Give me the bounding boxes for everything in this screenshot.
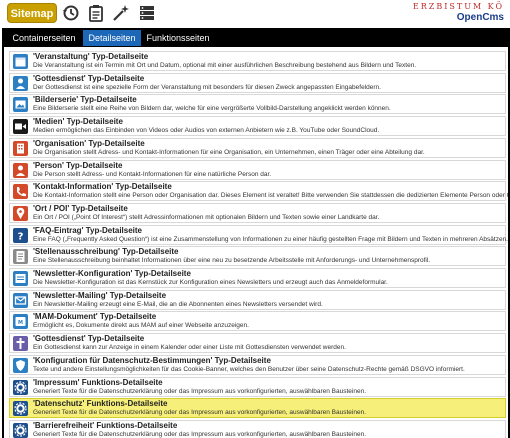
list-item[interactable]: 'Ort / POI' Typ-Detailseite Ein Ort / POI… xyxy=(9,202,506,223)
list-item[interactable]: 'Barrierefreiheit' Funktions-Detailseite… xyxy=(9,419,506,438)
list-item[interactable]: 'Newsletter-Konfiguration' Typ-Detailsei… xyxy=(9,268,506,288)
toolbar: Sitemap ERZBISTUM KÖ OpenCms xyxy=(0,0,510,28)
list-item-description: Eine FAQ („Frequently Asked Question“) i… xyxy=(33,235,508,243)
list-item-description: Generiert Texte für die Datenschutzerklä… xyxy=(33,409,367,417)
server-icon[interactable] xyxy=(138,4,156,22)
building-icon-glyph xyxy=(17,143,24,154)
shield-icon xyxy=(13,357,28,373)
question-icon: ? xyxy=(13,227,28,243)
brand-logo: ERZBISTUM KÖ OpenCms xyxy=(408,0,504,26)
newsletter-config-icon xyxy=(13,271,28,286)
document-icon xyxy=(13,249,28,265)
building-icon xyxy=(13,140,28,156)
list-item[interactable]: 'Newsletter-Mailing' Typ-Detailseite Ein … xyxy=(9,289,506,310)
brand-top-text: ERZBISTUM KÖ xyxy=(412,2,504,11)
tab-containerseiten[interactable]: Containerseiten xyxy=(6,30,82,46)
list-item[interactable]: 'Veranstaltung' Typ-Detailseite Die Veran… xyxy=(9,51,506,71)
document-icon-glyph xyxy=(16,251,25,263)
list-item[interactable]: 'Medien' Typ-Detailseite Medien ermöglich… xyxy=(9,116,506,137)
images-icon-glyph xyxy=(15,100,26,109)
list-item[interactable]: 'Konfiguration für Datenschutz-Bestimmun… xyxy=(9,354,506,375)
list-item-description: Die Veranstaltung ist ein Termin mit Ort… xyxy=(33,62,417,69)
brand-bottom-text: OpenCms xyxy=(456,12,504,23)
list-item-description: Der Gottesdienst ist eine spezielle Form… xyxy=(33,83,381,91)
mam-icon: M xyxy=(13,314,28,330)
list-item-description: Die Newsletter-Konfiguration ist das Ker… xyxy=(33,279,388,286)
history-icon[interactable] xyxy=(62,4,80,22)
list-item-description: Eine Bilderserie stellt eine Reihe von B… xyxy=(33,105,391,113)
phone-icon xyxy=(13,184,28,200)
images-icon xyxy=(13,97,28,113)
mail-icon xyxy=(13,292,28,308)
detail-page-list: 'Veranstaltung' Typ-Detailseite Die Veran… xyxy=(4,47,508,438)
list-item[interactable]: 'Bilderserie' Typ-Detailseite Eine Bilder… xyxy=(9,94,506,115)
list-item-description: Generiert Texte für die Datenschutzerklä… xyxy=(33,387,367,395)
list-item-description: Die Person stellt Adress- und Kontakt-In… xyxy=(33,170,272,178)
magic-wand-icon[interactable] xyxy=(112,4,130,22)
gear-icon xyxy=(13,379,28,395)
newsletter-config-icon-glyph xyxy=(15,274,26,283)
list-item-description: Texte und andere Einstellungsmöglichkeit… xyxy=(33,365,465,373)
list-item-description: Ein Newsletter-Mailing erzeugt eine E-Ma… xyxy=(33,300,323,308)
gear-icon xyxy=(13,422,28,438)
list-item-description: Eine Stellenausschreibung beinhaltet Inf… xyxy=(33,257,431,265)
person-icon xyxy=(13,162,28,178)
list-item-description: Ein Gottesdienst kann zur Anzeige in ein… xyxy=(33,344,346,352)
calendar-icon-glyph xyxy=(15,57,26,67)
tab-funktionsseiten[interactable]: Funktionsseiten xyxy=(142,30,214,46)
tab-detailseiten[interactable]: Detailseiten xyxy=(83,30,141,46)
gear-icon-glyph xyxy=(14,380,27,394)
cross-icon-glyph xyxy=(16,338,25,350)
svg-text:M: M xyxy=(18,320,23,326)
list-item-description: Generiert Texte für die Datenschutzerklä… xyxy=(33,430,367,438)
sitemap-button[interactable]: Sitemap xyxy=(7,3,57,23)
person-icon-glyph xyxy=(16,165,25,176)
list-item[interactable]: 'Gottesdienst' Typ-Detailseite Der Gottes… xyxy=(9,72,506,93)
mam-icon-glyph: M xyxy=(15,317,26,327)
phone-icon-glyph xyxy=(17,187,26,197)
calendar-icon xyxy=(13,54,28,69)
list-item[interactable]: 'Stellenausschreibung' Typ-Detailseite Ei… xyxy=(9,246,506,267)
gear-icon-glyph xyxy=(14,402,27,415)
list-item-description: Ein Ort / POI („Point Of Interest“) stel… xyxy=(33,213,380,221)
list-item[interactable]: M 'MAM-Dokument' Typ-Detailseite Ermöglich… xyxy=(9,311,506,332)
cross-icon xyxy=(13,336,28,352)
question-icon-glyph: ? xyxy=(18,231,24,242)
person-icon xyxy=(13,75,28,91)
gear-icon-glyph xyxy=(14,424,27,437)
list-item-description: Die Organisation stellt Adress- und Kont… xyxy=(33,148,425,156)
list-item[interactable]: 'Datenschutz' Funktions-Detailseite Gener… xyxy=(9,398,506,419)
list-item[interactable]: 'Impressum' Funktions-Detailseite Generie… xyxy=(9,376,506,397)
gear-icon xyxy=(13,401,28,417)
mail-icon-glyph xyxy=(14,296,27,305)
map-pin-icon-glyph xyxy=(16,207,25,219)
list-item[interactable]: 'Organisation' Typ-Detailseite Die Organi… xyxy=(9,137,506,158)
map-pin-icon xyxy=(13,205,28,221)
video-icon-glyph xyxy=(15,123,26,130)
list-item-description: Ermöglicht es, Dokumente direkt aus MAM … xyxy=(33,322,249,330)
list-item-description: Die Kontakt-Information stellt eine Pers… xyxy=(33,192,508,200)
list-item[interactable]: 'Gottesdienst' Typ-Detailseite Ein Gottes… xyxy=(9,333,506,354)
shield-icon-glyph xyxy=(16,359,25,371)
list-item[interactable]: 'Person' Typ-Detailseite Die Person stell… xyxy=(9,159,506,180)
list-item-description: Medien ermöglichen das Einbinden von Vid… xyxy=(33,127,380,135)
clipboard-icon[interactable] xyxy=(87,4,105,22)
svg-text:?: ? xyxy=(18,231,24,242)
detail-pages-dialog: Containerseiten Detailseiten Funktionsse… xyxy=(2,28,510,438)
list-item[interactable]: ? 'FAQ-Eintrag' Typ-Detailseite Eine FAQ (… xyxy=(9,224,508,245)
list-item[interactable]: 'Kontakt-Information' Typ-Detailseite Die… xyxy=(9,181,508,202)
video-icon xyxy=(13,119,28,135)
person-icon-glyph xyxy=(16,78,25,89)
